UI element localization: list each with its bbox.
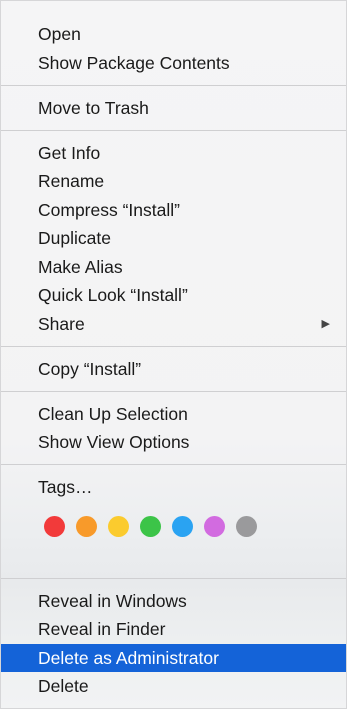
menu-separator [1, 577, 346, 579]
menu-item-move-to-trash[interactable]: Move to Trash [1, 94, 346, 123]
menu-separator [1, 129, 346, 131]
context-menu: Open Show Package Contents Move to Trash… [0, 0, 347, 709]
menu-item-tags[interactable]: Tags… [1, 473, 346, 502]
menu-item-compress[interactable]: Compress “Install” [1, 196, 346, 225]
menu-item-share[interactable]: Share ▶ [1, 310, 346, 339]
menu-item-open[interactable]: Open [1, 20, 346, 49]
menu-item-copy[interactable]: Copy “Install” [1, 355, 346, 384]
tag-green-dot[interactable] [140, 516, 161, 537]
menu-item-duplicate[interactable]: Duplicate [1, 224, 346, 253]
menu-group-file-actions: Get Info Rename Compress “Install” Dupli… [1, 139, 346, 339]
menu-item-quick-look[interactable]: Quick Look “Install” [1, 281, 346, 310]
tag-orange-dot[interactable] [76, 516, 97, 537]
menu-item-share-label: Share [38, 313, 85, 334]
menu-separator [1, 345, 346, 347]
menu-separator [1, 464, 346, 465]
menu-group-view: Clean Up Selection Show View Options [1, 400, 346, 457]
submenu-arrow-icon: ▶ [321, 317, 330, 330]
menu-group-tags: Tags… [1, 473, 346, 578]
menu-group-services: Reveal in Windows Reveal in Finder Delet… [1, 587, 346, 701]
tag-blue-dot[interactable] [172, 516, 193, 537]
tag-purple-dot[interactable] [204, 516, 225, 537]
tag-yellow-dot[interactable] [108, 516, 129, 537]
menu-separator [1, 84, 346, 86]
menu-item-make-alias[interactable]: Make Alias [1, 253, 346, 282]
menu-item-rename[interactable]: Rename [1, 167, 346, 196]
tag-color-row [1, 502, 346, 552]
tag-gray-dot[interactable] [236, 516, 257, 537]
menu-group-copy: Copy “Install” [1, 355, 346, 384]
menu-separator [1, 390, 346, 392]
menu-item-clean-up-selection[interactable]: Clean Up Selection [1, 400, 346, 429]
menu-spacer [1, 552, 346, 578]
menu-item-delete-as-administrator[interactable]: Delete as Administrator [1, 643, 346, 672]
tag-red-dot[interactable] [44, 516, 65, 537]
menu-group-open: Open Show Package Contents [1, 1, 346, 77]
menu-group-trash: Move to Trash [1, 94, 346, 123]
menu-item-reveal-in-windows[interactable]: Reveal in Windows [1, 587, 346, 616]
menu-item-show-package-contents[interactable]: Show Package Contents [1, 49, 346, 78]
menu-item-delete[interactable]: Delete [1, 672, 346, 701]
menu-item-show-view-options[interactable]: Show View Options [1, 428, 346, 457]
menu-item-reveal-in-finder[interactable]: Reveal in Finder [1, 615, 346, 644]
menu-item-get-info[interactable]: Get Info [1, 139, 346, 168]
